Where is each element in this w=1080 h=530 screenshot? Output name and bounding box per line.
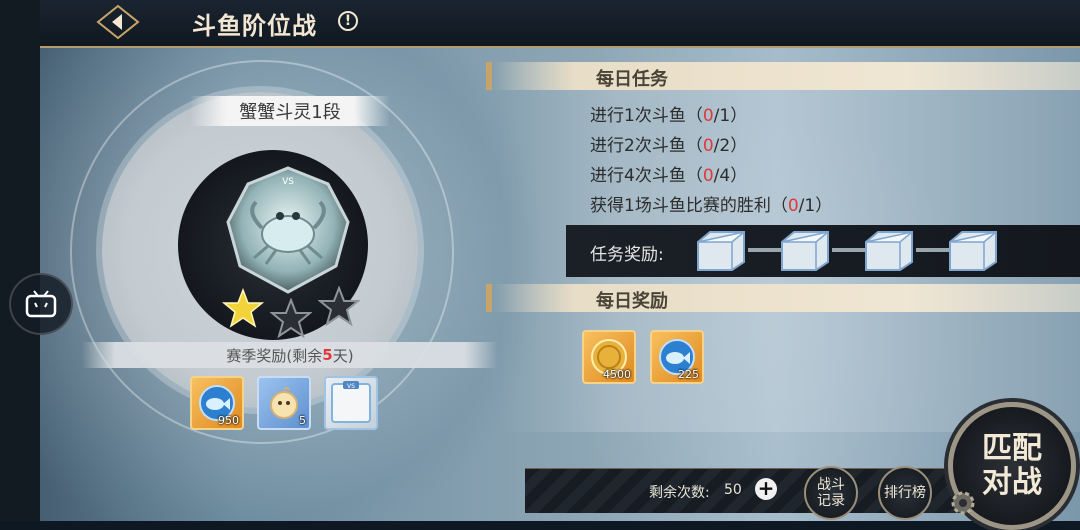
vs-frame-icon: VS xyxy=(331,381,371,423)
task-item: 进行2次斗鱼（0/2） xyxy=(590,136,748,156)
rank-star-empty-icon xyxy=(318,286,360,327)
match-battle-label: 匹配 对战 xyxy=(982,431,1042,500)
system-side-bar xyxy=(0,0,40,521)
daily-tasks-header: 每日任务 xyxy=(486,62,1080,90)
silver-chest-icon[interactable] xyxy=(694,228,748,272)
daily-reward-gold-coin[interactable]: 4500 xyxy=(582,330,636,384)
task-item: 进行4次斗鱼（0/4） xyxy=(590,166,748,186)
daily-task-list: 进行1次斗鱼（0/1） 进行2次斗鱼（0/2） 进行4次斗鱼（0/4） 获得1场… xyxy=(590,101,832,221)
task-reward-label: 任务奖励: xyxy=(590,245,664,265)
leaderboard-label: 排行榜 xyxy=(884,485,926,501)
season-days-remaining: 5 xyxy=(322,346,333,364)
back-arrow-icon[interactable] xyxy=(96,4,140,40)
season-reward-label: 赛季奖励(剩余 5 天) xyxy=(82,342,498,368)
task-item: 进行1次斗鱼（0/1） xyxy=(590,106,748,126)
rank-name-plate: 蟹蟹斗灵1段 xyxy=(190,96,390,126)
silver-chest-icon[interactable] xyxy=(946,228,1000,272)
top-bar: 斗鱼阶位战 ! xyxy=(40,0,1080,48)
pet-egg-icon xyxy=(270,387,298,419)
gear-icon xyxy=(951,491,975,515)
floating-tv-button[interactable] xyxy=(9,273,73,335)
reward-qty: 225 xyxy=(678,368,699,381)
add-attempts-button[interactable]: + xyxy=(755,478,777,500)
leaderboard-button[interactable]: 排行榜 xyxy=(878,466,932,520)
rank-star-filled-icon xyxy=(222,288,264,328)
svg-text:VS: VS xyxy=(347,383,355,390)
remaining-attempts-label: 剩余次数: xyxy=(649,485,710,501)
rank-star-empty-icon xyxy=(270,298,312,339)
silver-chest-icon[interactable] xyxy=(778,228,832,272)
season-reward-vs-frame[interactable]: VS xyxy=(324,376,378,430)
crab-rank-emblem-icon[interactable]: VS xyxy=(218,162,358,302)
task-item: 获得1场斗鱼比赛的胜利（0/1） xyxy=(590,196,833,216)
tv-icon xyxy=(25,290,57,318)
reward-qty: 4500 xyxy=(603,368,631,381)
season-reward-pet-egg[interactable]: 5 xyxy=(257,376,311,430)
season-reward-suffix: 天) xyxy=(332,346,354,365)
rank-name: 蟹蟹斗灵1段 xyxy=(239,102,341,123)
info-icon[interactable]: ! xyxy=(338,11,358,31)
daily-reward-fish-token[interactable]: 225 xyxy=(650,330,704,384)
page-title: 斗鱼阶位战 xyxy=(192,12,317,40)
season-reward-prefix: 赛季奖励(剩余 xyxy=(226,346,323,365)
daily-rewards-heading: 每日奖励 xyxy=(596,291,668,312)
daily-reward-list: 4500 225 xyxy=(582,330,704,384)
reward-qty: 950 xyxy=(218,414,239,427)
remaining-attempts-value: 50 xyxy=(724,482,742,498)
season-reward-list: 950 5 VS xyxy=(190,376,378,430)
season-reward-fish-token[interactable]: 950 xyxy=(190,376,244,430)
silver-chest-icon[interactable] xyxy=(862,228,916,272)
emblem-vs-badge: VS xyxy=(282,177,294,187)
battle-record-button[interactable]: 战斗 记录 xyxy=(804,466,858,520)
battle-record-label: 战斗 记录 xyxy=(817,477,845,509)
daily-tasks-heading: 每日任务 xyxy=(596,69,668,90)
reward-qty: 5 xyxy=(299,414,306,427)
daily-rewards-header: 每日奖励 xyxy=(486,284,1080,312)
